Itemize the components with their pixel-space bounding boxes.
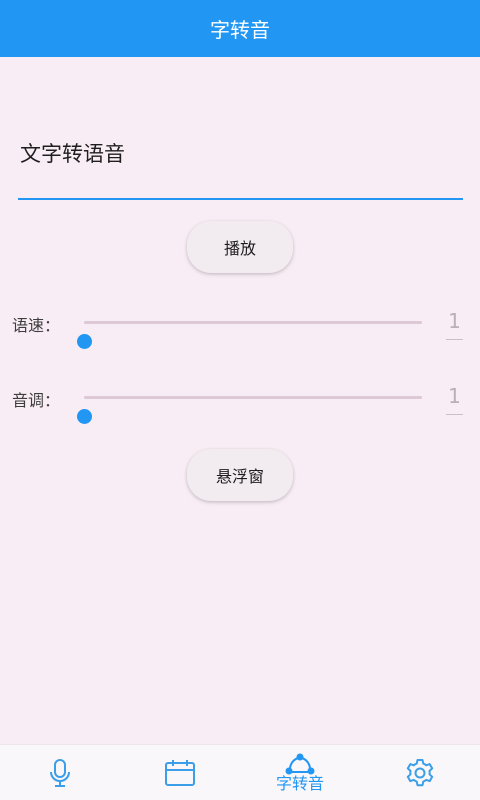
- nav-item-settings[interactable]: [360, 745, 480, 800]
- speech-rate-track[interactable]: [77, 321, 422, 349]
- play-button[interactable]: 播放: [187, 221, 293, 273]
- pitch-row: 音调： 1: [0, 377, 480, 424]
- gear-icon: [406, 758, 434, 786]
- nav-item-voice[interactable]: [0, 745, 120, 800]
- share-nodes-icon: [285, 753, 315, 774]
- app-bar: 字转音: [0, 0, 480, 57]
- calendar-icon: [165, 759, 195, 786]
- pitch-value: 1: [448, 384, 461, 408]
- floating-window-button[interactable]: 悬浮窗: [187, 449, 293, 501]
- nav-item-calendar[interactable]: [120, 745, 240, 800]
- nav-item-text-to-speech[interactable]: 字转音: [240, 745, 360, 800]
- pitch-track[interactable]: [77, 396, 422, 424]
- pitch-thumb[interactable]: [77, 409, 92, 424]
- speech-rate-label: 语速：: [12, 316, 61, 335]
- speech-rate-row: 语速： 1: [0, 302, 480, 349]
- text-input-content: 文字转语音: [20, 142, 125, 166]
- speech-rate-value-field[interactable]: 1: [446, 308, 463, 340]
- speech-rate-thumb[interactable]: [77, 334, 92, 349]
- speech-rate-value: 1: [448, 309, 461, 333]
- microphone-icon: [50, 758, 70, 787]
- app-bar-title: 字转音: [210, 18, 270, 42]
- pitch-label: 音调：: [12, 391, 61, 410]
- text-input[interactable]: 文字转语音: [18, 120, 463, 200]
- nav-label-text-to-speech: 字转音: [275, 773, 324, 793]
- pitch-value-field[interactable]: 1: [446, 383, 463, 415]
- bottom-navigation: 字转音: [0, 744, 480, 800]
